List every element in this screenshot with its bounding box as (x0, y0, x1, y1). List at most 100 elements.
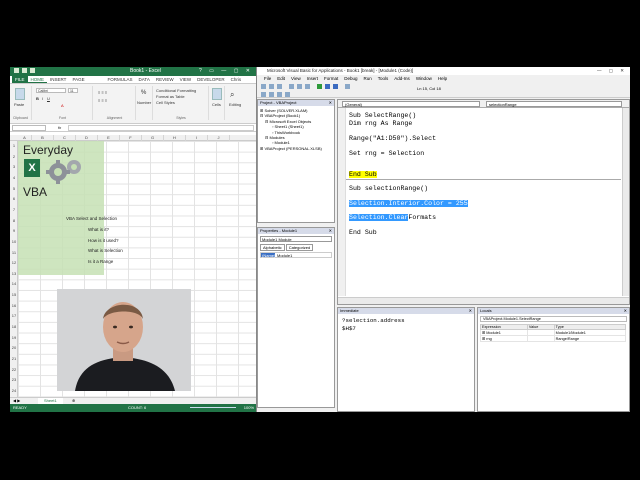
code-line[interactable]: Dim rng As Range (349, 120, 412, 127)
immediate-line[interactable]: $H$7 (342, 325, 356, 332)
paste-button[interactable]: Paste (14, 102, 24, 107)
object-combo[interactable]: (General) (342, 101, 480, 107)
tab-file[interactable]: FILE (12, 76, 28, 83)
run-icon[interactable] (317, 84, 322, 89)
menu-window[interactable]: Window (413, 75, 435, 82)
cells-button[interactable]: Cells (212, 102, 221, 107)
row-header[interactable]: 21 (10, 356, 18, 361)
row-header[interactable]: 2 (10, 154, 18, 159)
table-row[interactable]: ⊞ rng Range/Range (480, 335, 627, 342)
cell-question-3[interactable]: What is Selection (88, 248, 123, 253)
row-header[interactable]: 11 (10, 250, 18, 255)
code-line-current[interactable]: End Sub (349, 171, 377, 178)
row-header[interactable]: 5 (10, 186, 18, 191)
close-icon[interactable]: ✕ (329, 100, 332, 106)
immediate-line[interactable]: ?selection.address (342, 317, 405, 324)
row-header[interactable]: 12 (10, 260, 18, 265)
row-header[interactable]: 17 (10, 313, 18, 318)
undo-icon[interactable] (22, 68, 27, 73)
properties-object-select[interactable]: Module1 Module (260, 236, 332, 242)
code-line-selected[interactable]: Selection.Clear (349, 214, 409, 221)
procedure-combo[interactable]: selectionRange (486, 101, 622, 107)
zoom-level[interactable]: 100% (244, 404, 254, 412)
row-header[interactable]: 14 (10, 281, 18, 286)
menu-tools[interactable]: Tools (375, 75, 392, 82)
row-header[interactable]: 9 (10, 228, 18, 233)
paste-icon[interactable] (305, 84, 310, 89)
reset-icon[interactable] (333, 84, 338, 89)
menu-format[interactable]: Format (321, 75, 341, 82)
number-button[interactable]: Number (137, 100, 151, 105)
formula-input[interactable] (68, 125, 254, 131)
tab-formulas[interactable]: FORMULAS (104, 76, 135, 83)
tree-node-personal[interactable]: ⊞ VBAProject (PERSONAL.XLSB) (260, 146, 334, 151)
menu-insert[interactable]: Insert (304, 75, 321, 82)
bold-icon[interactable]: B (36, 96, 39, 101)
cut-icon[interactable] (289, 84, 294, 89)
code-line-rest[interactable]: Formats (408, 214, 436, 221)
font-name-select[interactable]: Calibri (36, 88, 66, 93)
pause-icon[interactable] (325, 84, 330, 89)
menu-run[interactable]: Run (361, 75, 375, 82)
zoom-slider[interactable] (190, 407, 236, 408)
view-excel-icon[interactable] (261, 84, 266, 89)
copy-icon[interactable] (297, 84, 302, 89)
immediate-content[interactable]: ?selection.address $H$7 (338, 314, 474, 336)
find-icon[interactable]: ⌕ (230, 90, 234, 100)
tab-home[interactable]: HOME (27, 76, 48, 83)
menu-view[interactable]: View (288, 75, 304, 82)
row-header[interactable]: 10 (10, 239, 18, 244)
code-line[interactable]: Set rng = Selection (349, 150, 424, 157)
cell-styles-button[interactable]: Cell Styles (156, 100, 175, 105)
row-header[interactable]: 13 (10, 271, 18, 276)
redo-icon[interactable] (30, 68, 35, 73)
close-icon[interactable]: ✕ (469, 308, 472, 314)
row-header[interactable]: 7 (10, 207, 18, 212)
cell-question-2[interactable]: How is it used? (88, 238, 119, 243)
cell-question-4[interactable]: Is it a Range (88, 259, 113, 264)
row-header[interactable]: 3 (10, 164, 18, 169)
vbe-window-controls[interactable]: — ▢ ✕ (597, 67, 627, 75)
save-icon[interactable] (277, 84, 282, 89)
tab-alphabetic[interactable]: Alphabetic (260, 244, 285, 251)
tab-insert[interactable]: INSERT (47, 76, 69, 83)
step-out-icon[interactable] (285, 92, 290, 97)
code-margin[interactable] (338, 108, 346, 296)
step-into-icon[interactable] (269, 92, 274, 97)
tab-categorized[interactable]: Categorized (285, 244, 314, 251)
row-header[interactable]: 23 (10, 377, 18, 382)
row-header[interactable]: 6 (10, 196, 18, 201)
cell-question-1[interactable]: What is it? (88, 227, 109, 232)
property-row-name[interactable]: (Name) Module1 (260, 252, 332, 258)
row-header[interactable]: 18 (10, 324, 18, 329)
row-header[interactable]: 20 (10, 345, 18, 350)
tab-review[interactable]: REVIEW (153, 76, 177, 83)
tab-data[interactable]: DATA (136, 76, 153, 83)
indent-icon[interactable]: ≡ ≡ ≡ (98, 98, 107, 103)
tab-developer[interactable]: DEVELOPER (194, 76, 228, 83)
row-header[interactable]: 1 (10, 143, 18, 148)
cells-icon[interactable] (212, 88, 222, 100)
menu-help[interactable]: Help (435, 75, 450, 82)
font-size-select[interactable]: 11 (68, 88, 78, 93)
row-header[interactable]: 24 (10, 388, 18, 393)
code-line[interactable]: Range("A1:D50").Select (349, 135, 436, 142)
row-header[interactable]: 22 (10, 367, 18, 372)
menu-file[interactable]: File (261, 75, 274, 82)
italic-icon[interactable]: I (42, 96, 43, 101)
menu-edit[interactable]: Edit (274, 75, 288, 82)
conditional-formatting-button[interactable]: Conditional Formatting (156, 88, 196, 93)
underline-icon[interactable]: U (47, 96, 50, 101)
cell-heading[interactable]: VBA Select and Selection (66, 216, 117, 221)
design-mode-icon[interactable] (345, 84, 350, 89)
row-header[interactable]: 8 (10, 218, 18, 223)
user-name[interactable]: Chris Terrell (228, 76, 256, 90)
format-as-table-button[interactable]: Format as Table (156, 94, 185, 99)
font-color-icon[interactable]: A (61, 103, 64, 108)
align-icon[interactable]: ≡ ≡ ≡ (98, 90, 107, 95)
paste-icon[interactable] (15, 88, 25, 100)
menu-addins[interactable]: Add-Ins (391, 75, 413, 82)
insert-module-icon[interactable] (269, 84, 274, 89)
tab-page-layout[interactable]: PAGE LAYOUT (69, 76, 104, 90)
menu-debug[interactable]: Debug (341, 75, 360, 82)
